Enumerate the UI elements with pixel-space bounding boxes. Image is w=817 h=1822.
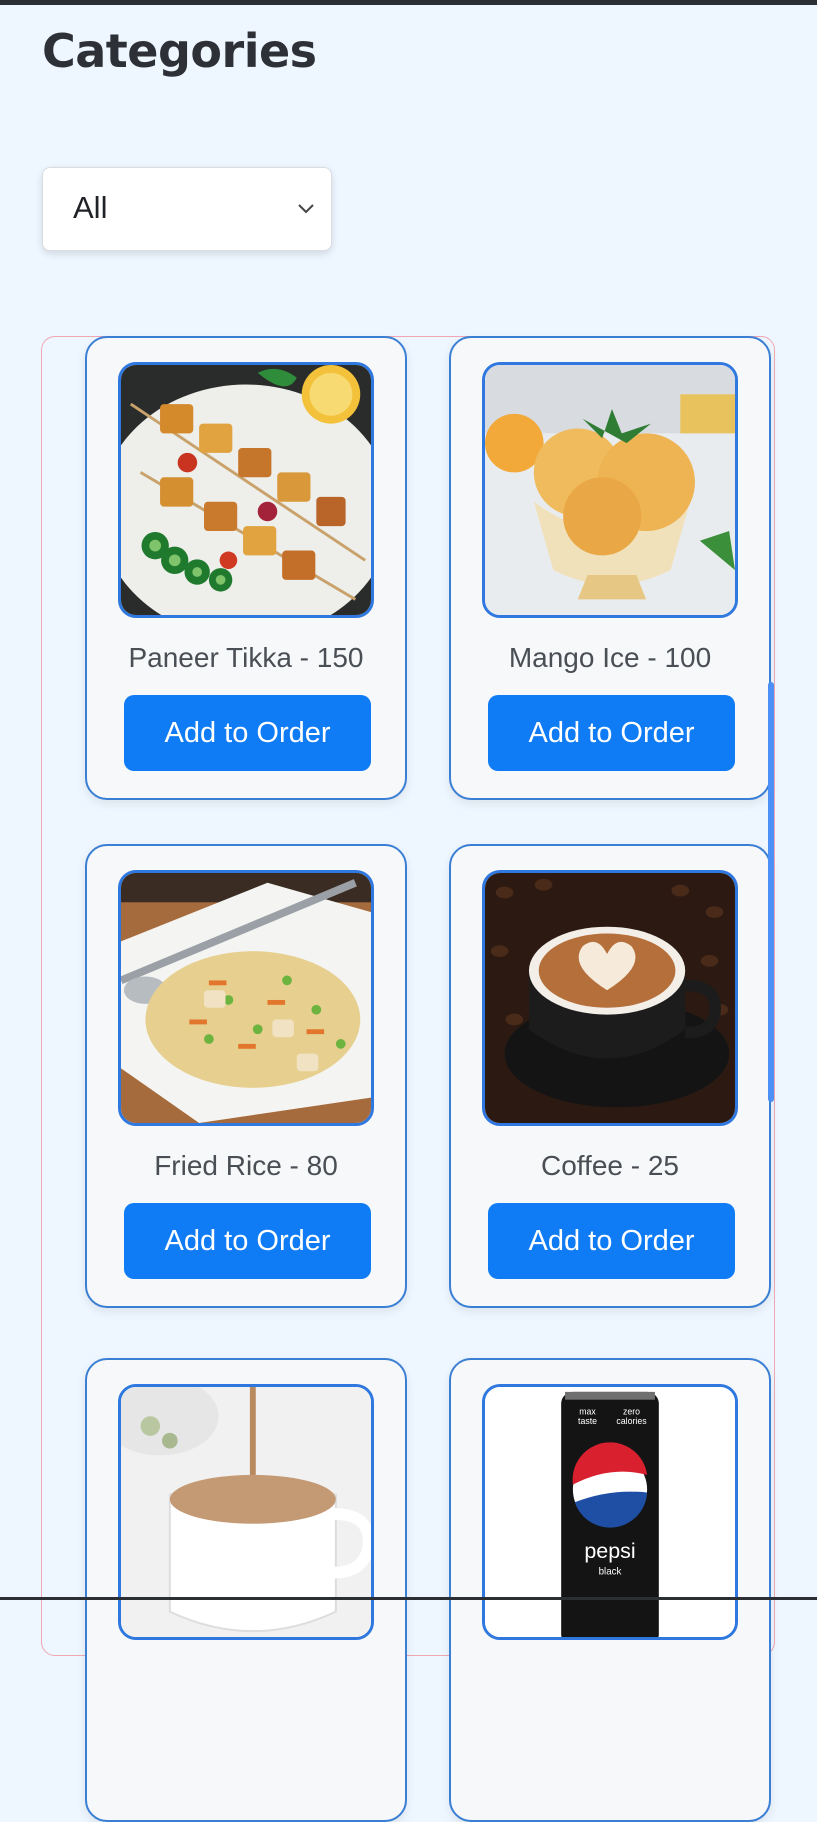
add-to-order-button[interactable]: Add to Order: [488, 695, 735, 771]
menu-item-card: Coffee - 25 Add to Order: [449, 844, 771, 1308]
svg-text:zero: zero: [623, 1406, 640, 1416]
menu-item-card: Paneer Tikka - 150 Add to Order: [85, 336, 407, 800]
page-title: Categories: [42, 24, 317, 78]
menu-item-card: Mango Ice - 100 Add to Order: [449, 336, 771, 800]
chevron-down-icon: [298, 204, 314, 214]
paneer-tikka-image: [118, 362, 374, 618]
svg-text:calories: calories: [616, 1416, 647, 1426]
add-to-order-button[interactable]: Add to Order: [124, 1203, 371, 1279]
menu-item-card: [85, 1358, 407, 1822]
coffee-image: [482, 870, 738, 1126]
svg-text:max: max: [579, 1406, 596, 1416]
category-select-value: All: [73, 190, 108, 225]
svg-text:pepsi: pepsi: [584, 1539, 635, 1563]
pepsi-image: pepsi black max taste zero calories: [482, 1384, 738, 1640]
item-name: Mango Ice - 100: [508, 642, 712, 673]
fried-rice-image: [118, 870, 374, 1126]
svg-text:taste: taste: [578, 1416, 597, 1426]
mango-ice-image: [482, 362, 738, 618]
add-to-order-button[interactable]: Add to Order: [124, 695, 371, 771]
item-name: Coffee - 25: [540, 1150, 680, 1181]
menu-item-card: Fried Rice - 80 Add to Order: [85, 844, 407, 1308]
category-select[interactable]: All: [42, 167, 332, 251]
panel-scrollbar[interactable]: [768, 682, 774, 1102]
item-name: Paneer Tikka - 150: [128, 642, 364, 673]
top-status-bar: [0, 0, 817, 5]
tea-image: [118, 1384, 374, 1640]
add-to-order-button[interactable]: Add to Order: [488, 1203, 735, 1279]
svg-text:black: black: [599, 1567, 622, 1578]
menu-item-card: pepsi black max taste zero calories: [449, 1358, 771, 1822]
item-name: Fried Rice - 80: [154, 1150, 338, 1181]
